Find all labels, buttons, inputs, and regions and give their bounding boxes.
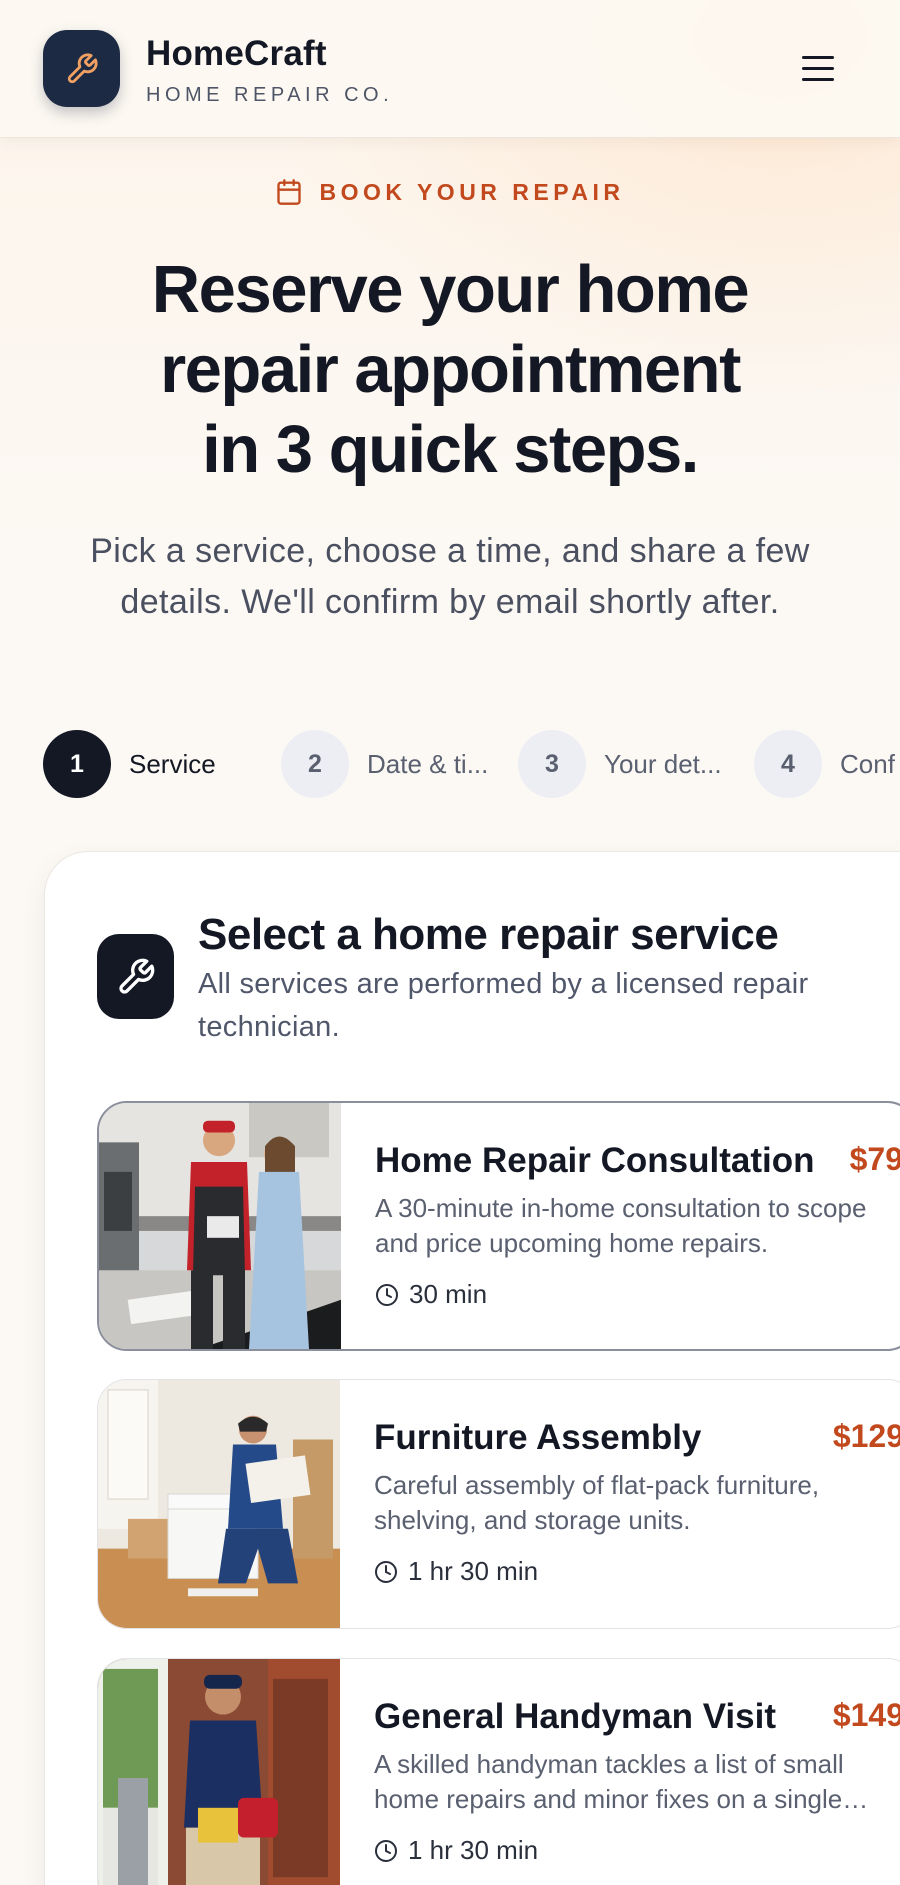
wrench-icon [118, 958, 154, 994]
service-description: A 30-minute in-home consultation to scop… [375, 1193, 867, 1258]
eyebrow-label: BOOK YOUR REPAIR [319, 178, 625, 205]
service-duration: 30 min [375, 1279, 487, 1310]
title-line-2: repair appointment [160, 332, 741, 407]
service-description: Careful assembly of flat-pack furniture,… [374, 1470, 820, 1535]
service-title: General Handyman Visit [374, 1697, 777, 1736]
hamburger-menu-icon [802, 55, 834, 59]
service-price: $79 [849, 1141, 900, 1177]
furniture-assembly-photo [98, 1380, 340, 1628]
page-title: Reserve your home repair appointment in … [100, 250, 800, 490]
step-date-time[interactable]: 2 Date & ti... [281, 730, 488, 798]
card-title: Select a home repair service [198, 910, 779, 959]
step-confirm[interactable]: 4 Conf [754, 730, 895, 798]
clock-icon [375, 1560, 397, 1583]
hero-subtitle: Pick a service, choose a time, and share… [90, 532, 810, 621]
service-price: $149 [832, 1697, 900, 1733]
card-subtitle: All services are performed by a licensed… [198, 968, 809, 1043]
service-description: A skilled handyman tackles a list of sma… [374, 1749, 844, 1814]
title-line-3: in 3 quick steps. [202, 412, 699, 487]
service-option-home-repair-consultation[interactable]: Home Repair Consultation $79 A 30-minute… [97, 1101, 900, 1351]
service-duration: 1 hr 30 min [374, 1556, 538, 1587]
service-option-general-handyman-visit[interactable]: General Handyman Visit $149 A skilled ha… [97, 1658, 900, 1885]
calendar-icon [277, 179, 302, 205]
logo[interactable] [43, 30, 120, 107]
step-number: 4 [754, 730, 822, 798]
eyebrow: BOOK YOUR REPAIR [0, 178, 900, 206]
hamburger-menu-button[interactable] [796, 46, 840, 90]
wrench-icon [67, 52, 98, 83]
step-your-details[interactable]: 3 Your det... [518, 730, 722, 798]
step-number: 1 [43, 730, 111, 798]
clock-icon [376, 1283, 398, 1306]
duration-label: 1 hr 30 min [408, 1835, 539, 1865]
step-label: Your det... [604, 748, 722, 779]
technician-consultation-photo [99, 1103, 341, 1349]
clock-icon [375, 1839, 397, 1862]
service-title: Home Repair Consultation [375, 1141, 815, 1180]
step-number: 2 [281, 730, 349, 798]
step-label: Service [129, 748, 216, 779]
booking-stepper: 1 Service 2 Date & ti... 3 Your det... 4… [0, 730, 900, 798]
step-label: Date & ti... [367, 748, 489, 779]
step-service[interactable]: 1 Service [43, 730, 216, 798]
brand-tagline: HOME REPAIR CO. [146, 84, 394, 106]
duration-label: 1 hr 30 min [408, 1556, 539, 1586]
service-duration: 1 hr 30 min [374, 1835, 538, 1866]
step-number: 3 [518, 730, 586, 798]
service-title: Furniture Assembly [374, 1418, 702, 1457]
service-option-furniture-assembly[interactable]: Furniture Assembly $129 Careful assembly… [97, 1379, 900, 1629]
duration-label: 30 min [409, 1279, 488, 1309]
card-icon-badge [97, 934, 174, 1019]
step-label: Conf [840, 748, 895, 779]
site-header: HomeCraft HOME REPAIR CO. [0, 0, 900, 138]
hamburger-menu-line [802, 77, 834, 81]
brand-name: HomeCraft [146, 34, 327, 73]
service-price: $129 [832, 1418, 900, 1454]
handyman-photo [98, 1659, 340, 1885]
title-line-1: Reserve your home [151, 252, 750, 327]
hamburger-menu-line [802, 66, 834, 70]
